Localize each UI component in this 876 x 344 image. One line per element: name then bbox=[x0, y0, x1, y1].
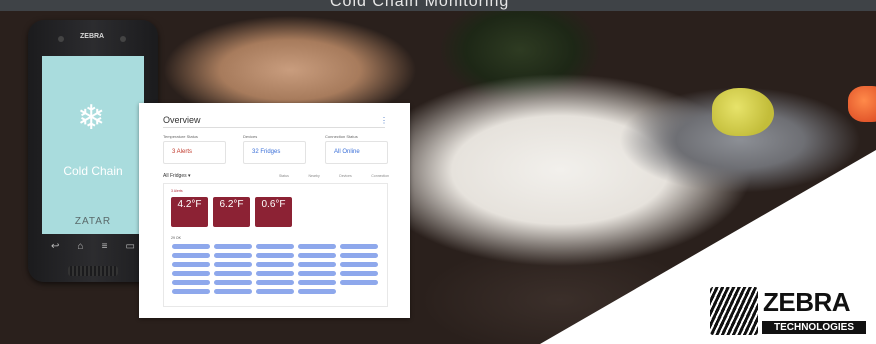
alert-card[interactable]: 4.2°F bbox=[171, 197, 208, 227]
alert-card[interactable]: 6.2°F bbox=[213, 197, 250, 227]
alerts-subheading: 3 Alerts bbox=[171, 189, 183, 193]
tile-label-temperature: Temperature Status bbox=[163, 134, 198, 139]
alert-temperature: 6.2°F bbox=[219, 199, 244, 210]
ok-fridge-pill[interactable] bbox=[298, 289, 336, 294]
tile-temperature[interactable]: 3 Alerts bbox=[163, 141, 226, 164]
sensor-dot bbox=[120, 36, 126, 42]
pickled-ginger bbox=[848, 86, 876, 122]
ok-fridge-pill[interactable] bbox=[256, 253, 294, 258]
phone-brand: ZEBRA bbox=[80, 33, 105, 40]
device-screen[interactable]: ❄ Cold Chain ZATAR bbox=[42, 56, 144, 234]
ok-fridge-pill[interactable] bbox=[214, 289, 252, 294]
ok-fridge-pill[interactable] bbox=[214, 244, 252, 249]
ok-fridge-pill[interactable] bbox=[172, 253, 210, 258]
tile-value-devices: 32 Fridges bbox=[252, 149, 281, 155]
ok-fridge-pill[interactable] bbox=[298, 262, 336, 267]
filter-devices[interactable]: Devices bbox=[339, 174, 351, 178]
ok-fridge-pill[interactable] bbox=[340, 271, 378, 276]
page-title: Overview bbox=[163, 115, 201, 125]
tile-value-temperature: 3 Alerts bbox=[172, 149, 193, 155]
ok-fridge-pill[interactable] bbox=[256, 262, 294, 267]
tile-label-devices: Devices bbox=[243, 134, 258, 139]
ok-fridge-pill[interactable] bbox=[340, 253, 378, 258]
ok-fridge-pill[interactable] bbox=[214, 253, 252, 258]
camera-dot bbox=[58, 36, 64, 42]
ok-fridge-pill[interactable] bbox=[172, 271, 210, 276]
home-icon[interactable]: ⌂ bbox=[77, 241, 83, 252]
ok-fridge-pill[interactable] bbox=[298, 280, 336, 285]
tile-devices[interactable]: 32 Fridges bbox=[243, 141, 306, 164]
logo-subline: TECHNOLOGIES bbox=[762, 321, 866, 334]
fridges-dropdown[interactable]: All Fridges ▾ bbox=[163, 173, 191, 179]
tile-value-connection: All Online bbox=[334, 149, 360, 155]
fridges-panel: 3 Alerts 4.2°F 6.2°F 0.6°F 29 OK bbox=[163, 183, 388, 307]
menu-icon[interactable]: ≡ bbox=[102, 241, 108, 252]
alert-temperature: 0.6°F bbox=[261, 199, 286, 210]
alert-temperature: 4.2°F bbox=[177, 199, 202, 210]
ok-fridge-pill[interactable] bbox=[298, 244, 336, 249]
ok-fridge-pill[interactable] bbox=[256, 289, 294, 294]
dashboard-screenshot: Overview ⋮ Temperature Status 3 Alerts D… bbox=[139, 103, 410, 318]
filter-status[interactable]: Status bbox=[279, 174, 289, 178]
filter-bar: Status Nearby Devices Connection bbox=[279, 174, 389, 178]
app-brand: ZATAR bbox=[74, 216, 112, 227]
ok-fridge-pill[interactable] bbox=[214, 280, 252, 285]
ok-fridge-pill[interactable] bbox=[172, 244, 210, 249]
alert-card[interactable]: 0.6°F bbox=[255, 197, 292, 227]
tile-connection[interactable]: All Online bbox=[325, 141, 388, 164]
recent-icon[interactable]: ▭ bbox=[126, 241, 135, 252]
snowflake-icon: ❄ bbox=[77, 99, 106, 137]
filter-nearby[interactable]: Nearby bbox=[308, 174, 319, 178]
ok-fridge-pill[interactable] bbox=[340, 244, 378, 249]
ok-fridge-pill[interactable] bbox=[340, 262, 378, 267]
ok-fridge-pill[interactable] bbox=[172, 289, 210, 294]
zebra-logo: ZEBRA TECHNOLOGIES bbox=[708, 284, 868, 338]
ok-fridge-pill[interactable] bbox=[298, 271, 336, 276]
divider bbox=[163, 127, 385, 128]
ok-fridge-pill[interactable] bbox=[256, 280, 294, 285]
ok-fridge-pill[interactable] bbox=[298, 253, 336, 258]
app-title: Cold Chain bbox=[63, 164, 123, 178]
ok-fridge-pill[interactable] bbox=[214, 262, 252, 267]
zebra-head-icon bbox=[710, 287, 758, 335]
ok-fridge-pill[interactable] bbox=[172, 262, 210, 267]
filter-connection[interactable]: Connection bbox=[371, 174, 389, 178]
ok-fridge-pill[interactable] bbox=[256, 244, 294, 249]
tile-label-connection: Connection Status bbox=[325, 134, 358, 139]
ok-fridge-pill[interactable] bbox=[340, 280, 378, 285]
logo-wordmark: ZEBRA bbox=[763, 287, 851, 317]
ok-fridge-pill[interactable] bbox=[214, 271, 252, 276]
back-icon[interactable]: ↩ bbox=[51, 241, 59, 252]
banner-top-bar: Cold Chain Monitoring bbox=[0, 0, 876, 11]
banner-title: Cold Chain Monitoring bbox=[330, 0, 510, 10]
device-grip bbox=[68, 266, 118, 276]
ok-fridge-pill[interactable] bbox=[172, 280, 210, 285]
android-nav-bar: ↩ ⌂ ≡ ▭ bbox=[42, 236, 144, 256]
wasabi bbox=[712, 88, 774, 136]
kebab-icon[interactable]: ⋮ bbox=[380, 116, 388, 125]
ok-fridge-pill[interactable] bbox=[256, 271, 294, 276]
ok-subheading: 29 OK bbox=[171, 236, 181, 240]
